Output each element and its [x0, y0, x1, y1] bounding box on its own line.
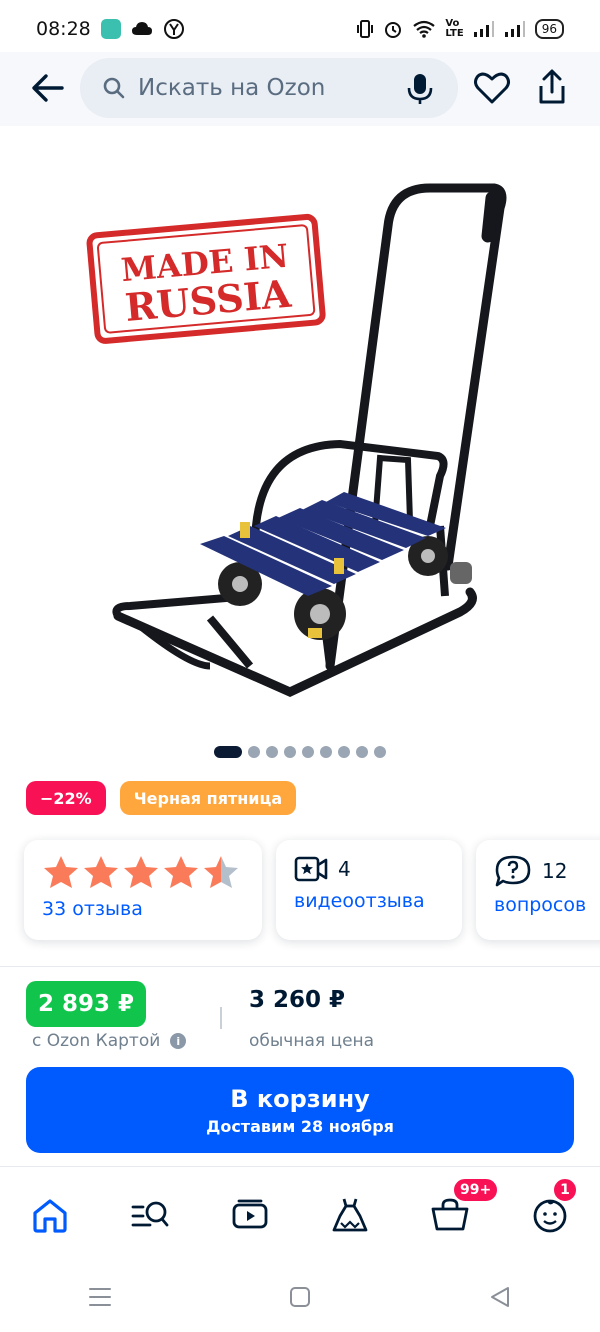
ozon-card-label-row: с Ozon Картой i	[32, 1031, 187, 1051]
system-back-icon[interactable]	[488, 1285, 512, 1309]
nav-cart[interactable]: 99+	[420, 1176, 500, 1245]
home-icon	[33, 1198, 67, 1233]
ozon-card-label: с Ozon Картой	[32, 1031, 161, 1051]
cloud-icon	[131, 22, 152, 35]
bottom-navigation: 99+ 1	[0, 1166, 600, 1262]
nav-video[interactable]	[220, 1185, 280, 1245]
video-reviews-card[interactable]: 4 видеоотзыва	[276, 840, 462, 940]
reviews-link[interactable]: 33 отзыва	[42, 898, 244, 920]
recent-apps-icon[interactable]	[88, 1286, 112, 1308]
price-divider	[220, 1007, 222, 1029]
share-icon[interactable]	[530, 66, 574, 110]
question-icon	[495, 855, 531, 887]
microphone-icon[interactable]	[406, 72, 434, 106]
alarm-icon	[385, 22, 402, 38]
video-review-icon	[294, 856, 328, 882]
video-review-count: 4	[338, 857, 351, 881]
search-input[interactable]: Искать на Ozon	[80, 58, 458, 118]
ozon-card-price: 2 893 ₽	[26, 981, 147, 1027]
questions-link[interactable]: вопросов	[494, 894, 600, 916]
star-icon	[44, 856, 78, 888]
volte-label: Vo LTE	[445, 18, 464, 39]
signal-icon-1	[473, 21, 494, 37]
nav-home[interactable]	[20, 1185, 80, 1245]
yandex-icon	[163, 19, 184, 39]
add-to-cart-button[interactable]: В корзину Доставим 28 ноября	[26, 1067, 574, 1153]
status-time: 08:28	[36, 18, 91, 40]
signal-icon-2	[504, 21, 525, 37]
pagination-dot[interactable]	[248, 746, 260, 758]
delivery-date-label: Доставим 28 ноября	[206, 1116, 394, 1136]
cart-count-badge: 99+	[452, 1176, 500, 1203]
stat-cards: 33 отзыва 4 видеоотзыва 12 вопросов	[24, 840, 600, 940]
status-bar: 08:28 Vo LTE 96	[0, 0, 600, 58]
heart-icon[interactable]	[470, 66, 514, 110]
home-button-icon[interactable]	[289, 1286, 311, 1308]
pagination-dot[interactable]	[338, 746, 350, 758]
black-friday-badge: Черная пятница	[119, 781, 297, 815]
catalog-search-icon	[131, 1201, 169, 1226]
search-icon	[103, 77, 125, 99]
pagination-dot[interactable]	[302, 746, 314, 758]
questions-count: 12	[542, 859, 568, 883]
sled-illustration: MADE IN RUSSIA	[86, 183, 507, 697]
profile-notification-badge: 1	[552, 1176, 578, 1203]
pagination-dot[interactable]	[320, 746, 332, 758]
back-arrow-icon[interactable]	[26, 66, 70, 110]
nav-fresh[interactable]	[320, 1185, 380, 1245]
nav-catalog[interactable]	[120, 1185, 180, 1245]
battery-indicator: 96	[534, 19, 564, 39]
rating-card[interactable]: 33 отзыва	[24, 840, 262, 940]
product-image[interactable]: MADE IN RUSSIA	[0, 126, 600, 736]
regular-price: 3 260 ₽	[249, 987, 346, 1013]
pagination-dot[interactable]	[284, 746, 296, 758]
video-feed-icon	[232, 1199, 268, 1228]
app-notification-icon	[100, 19, 121, 39]
pagination-dot[interactable]	[266, 746, 278, 758]
add-to-cart-label: В корзину	[230, 1084, 370, 1113]
star-icon	[204, 856, 238, 888]
vibrate-icon	[357, 20, 374, 38]
star-icon	[84, 856, 118, 888]
system-navigation	[0, 1262, 600, 1332]
search-placeholder: Искать на Ozon	[138, 75, 326, 101]
pagination-dot[interactable]	[374, 746, 386, 758]
pagination-dot[interactable]	[356, 746, 368, 758]
rating-stars	[42, 854, 244, 892]
wifi-icon	[413, 20, 436, 38]
dress-icon	[332, 1198, 368, 1231]
star-icon	[164, 856, 198, 888]
price-section: 2 893 ₽ с Ozon Картой i 3 260 ₽ обычная …	[0, 966, 600, 1166]
regular-price-label: обычная цена	[249, 1031, 375, 1051]
search-header: Искать на Ozon	[0, 52, 600, 126]
info-icon[interactable]: i	[170, 1033, 187, 1049]
discount-badge: −22%	[26, 781, 106, 815]
made-in-russia-stamp: MADE IN RUSSIA	[86, 213, 326, 344]
image-pagination[interactable]	[0, 746, 600, 758]
star-icon	[124, 856, 158, 888]
questions-card[interactable]: 12 вопросов	[476, 840, 600, 940]
pagination-dot[interactable]	[214, 746, 242, 758]
nav-profile[interactable]: 1	[520, 1176, 580, 1245]
video-reviews-link[interactable]: видеоотзыва	[294, 890, 444, 912]
badges: −22% Черная пятница	[26, 781, 297, 815]
